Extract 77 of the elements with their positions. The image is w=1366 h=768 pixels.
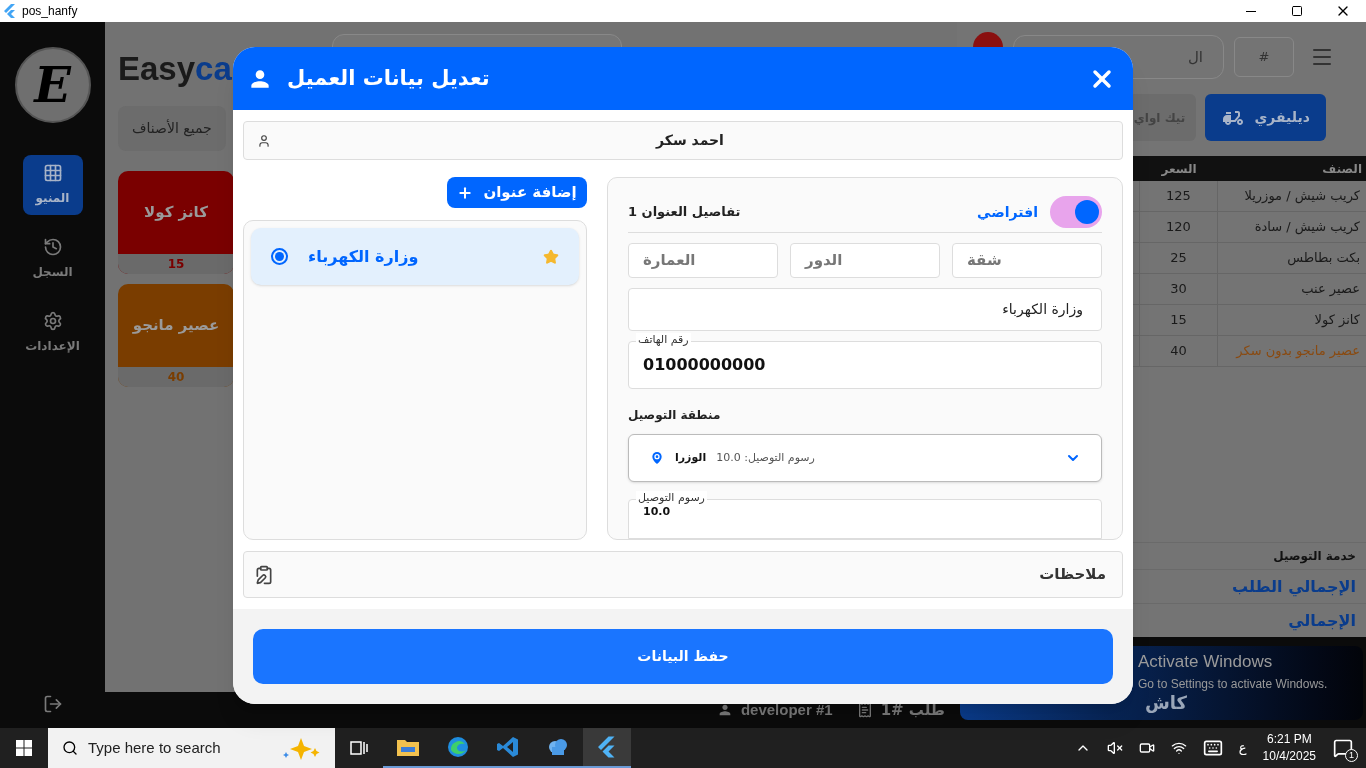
language-indicator[interactable]: ع xyxy=(1238,738,1247,758)
folder-icon[interactable] xyxy=(397,738,419,756)
person-icon xyxy=(257,133,271,148)
sidebar-item[interactable]: السجل xyxy=(22,229,83,289)
activation-text: Go to Settings to activate Windows. xyxy=(1138,676,1328,693)
flutter-icon[interactable] xyxy=(598,736,616,758)
table-cell: 15 xyxy=(1140,305,1218,335)
settings-icon xyxy=(42,311,63,331)
field-label: رقم الهاتف xyxy=(636,333,691,347)
task-view-icon[interactable] xyxy=(350,740,368,756)
number-field[interactable]: # xyxy=(1234,37,1294,77)
order-type-tab[interactable]: ديليفري xyxy=(1204,94,1326,141)
notification-count: 1 xyxy=(1345,749,1358,762)
input-field[interactable]: العمارة xyxy=(628,243,778,279)
location-pin-icon xyxy=(649,450,665,466)
windows-start-icon[interactable] xyxy=(16,740,32,756)
save-button[interactable]: حفظ البيانات xyxy=(253,629,1113,684)
table-cell: 30 xyxy=(1140,274,1218,304)
input-field[interactable]: الدور xyxy=(790,243,940,279)
wifi-icon[interactable] xyxy=(1170,740,1187,756)
zone-label: منطقة التوصيل xyxy=(628,407,721,424)
details-title: تفاصيل العنوان 1 xyxy=(628,203,741,222)
app-logo: E xyxy=(14,47,91,123)
radio-button[interactable] xyxy=(271,248,288,265)
sidebar-item[interactable]: الإعدادات xyxy=(22,303,83,363)
zone-dropdown[interactable]: الوزرا رسوم التوصيل: 10.0 xyxy=(628,434,1102,482)
clock[interactable]: 6:21 PM 10/4/2025 xyxy=(1262,731,1316,765)
browser-icon[interactable] xyxy=(447,736,469,758)
clipboard-pen-icon xyxy=(254,564,274,585)
total-label: خدمة التوصيل xyxy=(1273,548,1356,565)
default-label: افتراضي xyxy=(977,202,1038,223)
notifications-button[interactable]: 1 xyxy=(1332,737,1354,759)
table-cell-text: كريب شيش / سادة xyxy=(1253,218,1361,237)
input-field[interactable]: شقة xyxy=(952,243,1102,279)
add-address-button[interactable]: إضافة عنوان xyxy=(447,177,587,208)
app-logo-icon xyxy=(4,4,16,18)
address-item[interactable]: وزارة الكهرباء xyxy=(251,228,579,285)
table-cell-text: بكت بطاطس xyxy=(1286,249,1361,268)
maximize-icon xyxy=(1291,5,1303,17)
user-label: developer #1 xyxy=(740,699,833,720)
category-chip[interactable]: جميع الأصناف xyxy=(118,105,226,151)
table-cell-text: عصير عنب xyxy=(1300,280,1361,299)
logout-icon[interactable] xyxy=(42,694,63,714)
field-label: رسوم التوصيل xyxy=(636,491,707,505)
column-header: السعر xyxy=(1160,160,1198,178)
notes-field[interactable]: ملاحظات xyxy=(243,551,1123,598)
taskbar-search-field[interactable]: Type here to search xyxy=(48,728,335,768)
column-header: الصنف xyxy=(1321,160,1363,178)
table-cell-text: عصير مانجو بدون سكر xyxy=(1234,342,1361,361)
address-name: وزارة الكهرباء xyxy=(308,245,419,268)
table-cell-text: كانز كولا xyxy=(1313,311,1361,330)
sparkle-icon xyxy=(281,736,321,760)
minimize-icon xyxy=(1246,10,1256,12)
history-icon xyxy=(42,237,63,257)
table-cell: 125 xyxy=(1140,181,1218,211)
search-icon xyxy=(62,740,78,756)
code-editor-icon[interactable] xyxy=(497,736,519,758)
sidebar-item[interactable]: المنيو xyxy=(22,155,83,215)
table-cell: 40 xyxy=(1140,336,1218,366)
keyboard-icon[interactable] xyxy=(1202,738,1223,758)
customer-name-field[interactable]: احمد سكر xyxy=(243,121,1123,160)
table-cell: 25 xyxy=(1140,243,1218,273)
dialog-title: تعديل بيانات العميل xyxy=(287,64,490,92)
brand-logo: Easyca xyxy=(118,49,232,89)
muted-speaker-icon[interactable] xyxy=(1106,740,1123,756)
table-cell: 120 xyxy=(1140,212,1218,242)
total-label: الإجمالي الطلب xyxy=(1232,575,1356,599)
receipt-icon xyxy=(856,702,873,718)
total-label: الإجمالي xyxy=(1288,609,1356,633)
activation-title: Activate Windows xyxy=(1138,651,1274,673)
default-toggle[interactable] xyxy=(1050,196,1102,229)
camera-icon[interactable] xyxy=(1138,740,1155,756)
window-title: pos_hanfy xyxy=(22,3,78,20)
grid-icon xyxy=(42,163,63,183)
table-cell-text: كريب شيش / موزريلا xyxy=(1243,187,1361,206)
address-field[interactable]: وزارة الكهرباء xyxy=(628,288,1102,331)
cloud-app-icon[interactable] xyxy=(547,737,569,757)
